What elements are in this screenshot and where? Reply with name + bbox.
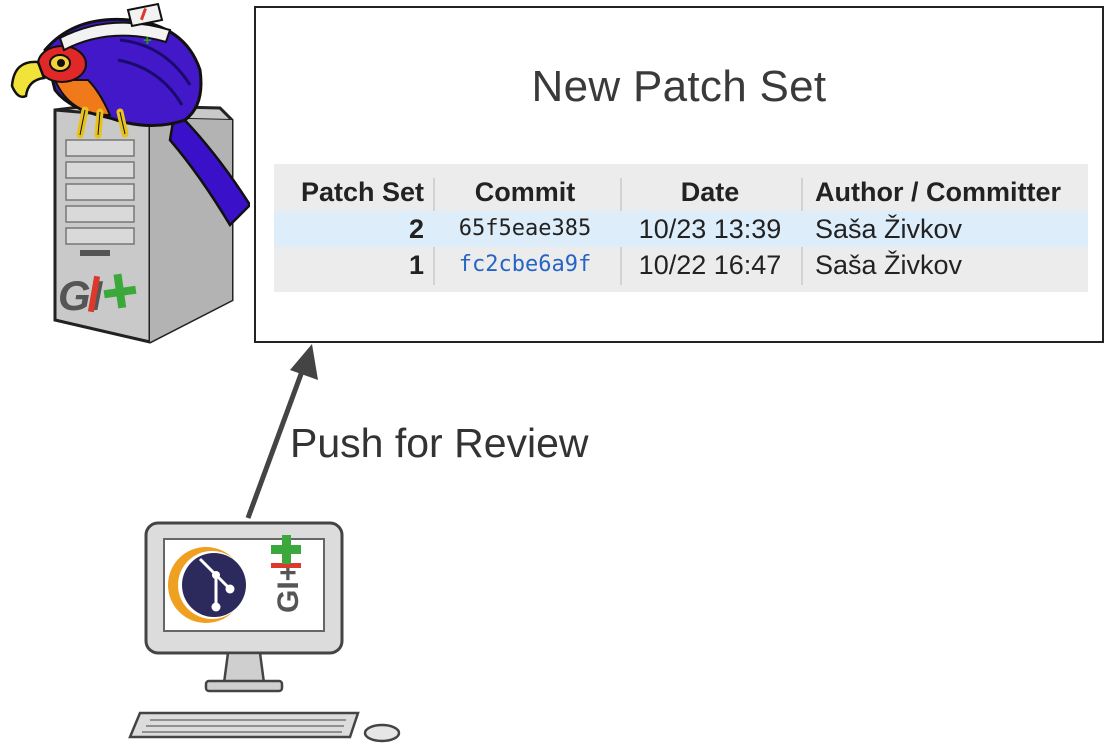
table-row[interactable]: 1 fc2cbe6a9f 10/22 16:47 Saša Živkov xyxy=(274,247,1088,283)
patch-date: 10/23 13:39 xyxy=(638,214,782,244)
svg-text:+: + xyxy=(143,32,152,49)
gerrit-logo-icon: GI+ xyxy=(272,564,305,613)
header-commit[interactable]: Commit xyxy=(440,174,610,210)
author-name: Saša Živkov xyxy=(815,214,963,244)
gerrit-logo-text: GI+ xyxy=(272,564,305,613)
patch-set-table: Patch Set Commit Date Author / Committer… xyxy=(274,164,1088,292)
push-for-review-label: Push for Review xyxy=(290,420,589,466)
new-patch-set-panel: New Patch Set Patch Set Commit Date Auth… xyxy=(254,6,1104,343)
patch-date: 10/22 16:47 xyxy=(638,250,782,280)
header-patch-set[interactable]: Patch Set xyxy=(274,174,424,210)
commit-link[interactable]: fc2cbe6a9f xyxy=(440,247,610,283)
gerrit-server-icon: GI + xyxy=(10,2,250,344)
header-author-committer[interactable]: Author / Committer xyxy=(815,174,1085,210)
author-name: Saša Živkov xyxy=(815,250,963,280)
commit-id: 65f5eae385 xyxy=(458,216,592,241)
table-row[interactable]: 2 65f5eae385 10/23 13:39 Saša Živkov xyxy=(274,211,1088,247)
desktop-computer-icon: GI+ xyxy=(128,521,401,743)
header-date[interactable]: Date xyxy=(626,174,794,210)
patch-set-number: 2 xyxy=(408,214,424,244)
table-header-row: Patch Set Commit Date Author / Committer xyxy=(274,174,1088,210)
patch-set-number: 1 xyxy=(408,250,424,280)
panel-title: New Patch Set xyxy=(531,62,827,111)
